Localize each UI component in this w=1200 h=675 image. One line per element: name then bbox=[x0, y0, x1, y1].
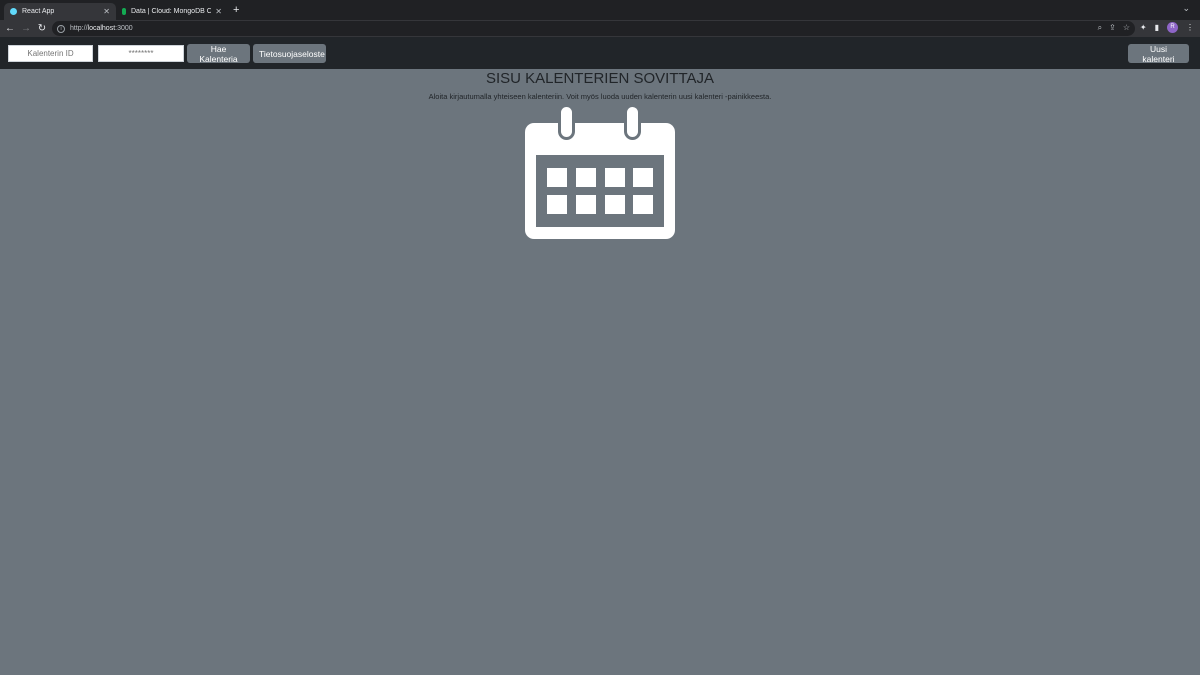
tab-search-chevron-icon[interactable]: ⌄ bbox=[1182, 3, 1190, 14]
calendar-ring-right bbox=[627, 107, 638, 137]
calendar-day-cell bbox=[547, 195, 567, 214]
calendar-day-cell bbox=[605, 195, 625, 214]
browser-toolbar: ← → ↻ i http://localhost:3000 ⌕ ⇪ ☆ ✦ ▮ … bbox=[0, 20, 1200, 37]
close-tab-icon[interactable]: ✕ bbox=[215, 7, 222, 16]
forward-arrow-icon[interactable]: → bbox=[18, 23, 34, 34]
url-suffix: :3000 bbox=[115, 25, 133, 32]
side-panel-icon[interactable]: ▮ bbox=[1155, 23, 1159, 32]
calendar-day-cell bbox=[576, 195, 596, 214]
new-calendar-button[interactable]: Uusi kalenteri bbox=[1128, 44, 1189, 64]
bookmark-star-icon[interactable]: ☆ bbox=[1123, 23, 1130, 33]
privacy-policy-button[interactable]: Tietosuojaseloste bbox=[253, 44, 326, 63]
share-icon[interactable]: ⇪ bbox=[1109, 23, 1116, 33]
react-favicon-icon bbox=[10, 8, 17, 15]
new-tab-plus-icon[interactable]: + bbox=[233, 4, 239, 16]
toolbar-right-actions: ✦ ▮ R ⋮ bbox=[1140, 22, 1194, 33]
calendar-ring-left bbox=[561, 107, 572, 137]
url-host: localhost bbox=[87, 25, 116, 32]
calendar-day-cell bbox=[633, 168, 653, 187]
calendar-id-input[interactable] bbox=[8, 45, 93, 62]
fetch-calendar-button[interactable]: Hae Kalenteria bbox=[187, 44, 250, 64]
calendar-day-cell bbox=[633, 195, 653, 214]
browser-tab-react-app[interactable]: React App ✕ bbox=[4, 3, 116, 20]
reload-icon[interactable]: ↻ bbox=[34, 23, 50, 34]
url-prefix: http:// bbox=[70, 25, 88, 32]
address-bar[interactable]: i http://localhost:3000 bbox=[52, 21, 1135, 36]
calendar-icon bbox=[525, 104, 675, 239]
mongodb-favicon-icon bbox=[122, 8, 126, 15]
tab-title: React App bbox=[22, 8, 55, 15]
back-arrow-icon[interactable]: ← bbox=[2, 23, 18, 34]
page-title: SISU KALENTERIEN SOVITTAJA bbox=[485, 70, 715, 87]
app-navbar: Hae Kalenteria Tietosuojaseloste Uusi ka… bbox=[0, 37, 1200, 69]
close-tab-icon[interactable]: ✕ bbox=[103, 7, 110, 16]
password-input[interactable] bbox=[98, 45, 184, 62]
site-info-icon[interactable]: i bbox=[57, 24, 65, 33]
browser-tab-strip: React App ✕ Data | Cloud: MongoDB Cloud … bbox=[0, 0, 1200, 20]
page-description: Aloita kirjautumalla yhteiseen kalenteri… bbox=[428, 92, 772, 101]
tab-title: Data | Cloud: MongoDB Cloud bbox=[131, 8, 212, 15]
calendar-day-cell bbox=[547, 168, 567, 187]
browser-tab-mongodb[interactable]: Data | Cloud: MongoDB Cloud ✕ bbox=[116, 3, 228, 20]
calendar-day-cell bbox=[576, 168, 596, 187]
browser-menu-icon[interactable]: ⋮ bbox=[1186, 23, 1194, 32]
zoom-icon[interactable]: ⌕ bbox=[1098, 23, 1102, 33]
address-bar-actions: ⌕ ⇪ ☆ bbox=[1098, 23, 1130, 33]
profile-avatar[interactable]: R bbox=[1167, 22, 1178, 33]
extensions-puzzle-icon[interactable]: ✦ bbox=[1140, 23, 1147, 32]
calendar-grid-area bbox=[536, 155, 664, 227]
calendar-day-cell bbox=[605, 168, 625, 187]
